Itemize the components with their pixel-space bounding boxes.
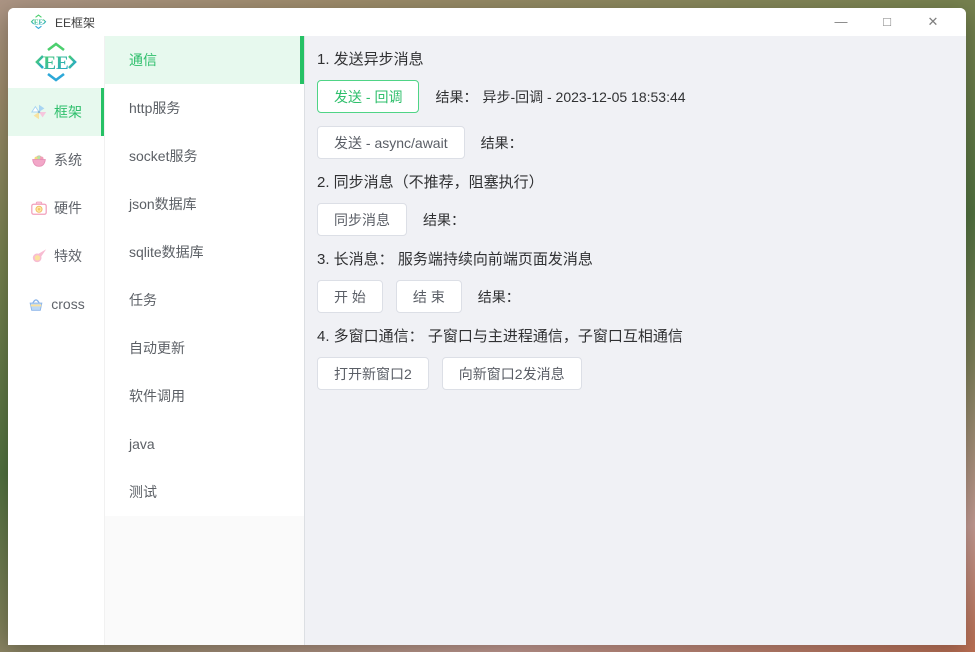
- action-row: 开 始结 束结果：: [317, 280, 948, 313]
- result-label: 结果：: [480, 134, 523, 151]
- result-label: 结果：: [423, 211, 465, 228]
- action-button[interactable]: 结 束: [395, 280, 462, 313]
- menu-item-通信[interactable]: 通信: [105, 36, 304, 84]
- primary-item-label: 特效: [54, 248, 82, 264]
- menu-item-java[interactable]: java: [105, 420, 304, 468]
- menu-item-sqlite数据库[interactable]: sqlite数据库: [105, 228, 304, 276]
- primary-item-label: 框架: [54, 104, 82, 120]
- secondary-item-label: 通信: [129, 52, 157, 68]
- action-button[interactable]: 向新窗口2发消息: [441, 357, 582, 390]
- window-body: EE 框架 系统 硬件 特效 cross 通信 http服务 socket服务 …: [8, 36, 966, 645]
- secondary-item-label: 自动更新: [129, 340, 185, 356]
- sidebar-item-特效[interactable]: 特效: [8, 232, 104, 280]
- shopping-basket-icon: [27, 295, 45, 313]
- content-section: 1. 发送异步消息 发送 - 回调 结果： 异步-回调 - 2023-12-05 1…: [317, 48, 948, 159]
- secondary-sidebar-menu: 通信 http服务 socket服务 json数据库 sqlite数据库 任务 …: [105, 36, 304, 516]
- secondary-item-label: http服务: [129, 100, 181, 116]
- titlebar: EE EE框架 — □ ✕: [8, 8, 966, 36]
- secondary-item-label: 任务: [129, 292, 157, 308]
- action-button[interactable]: 发送 - 回调: [317, 80, 420, 113]
- menu-item-http服务[interactable]: http服务: [105, 84, 304, 132]
- action-row: 同步消息 结果：: [317, 203, 948, 236]
- menu-item-json数据库[interactable]: json数据库: [105, 180, 304, 228]
- secondary-item-label: json数据库: [129, 196, 197, 212]
- menu-item-软件调用[interactable]: 软件调用: [105, 372, 304, 420]
- action-row: 发送 - 回调 结果： 异步-回调 - 2023-12-05 18:53:44: [317, 80, 948, 113]
- svg-text:EE: EE: [34, 18, 44, 26]
- section-title: 4. 多窗口通信： 子窗口与主进程通信，子窗口互相通信: [317, 328, 683, 345]
- secondary-item-label: 测试: [129, 484, 157, 500]
- secondary-sidebar: 通信 http服务 socket服务 json数据库 sqlite数据库 任务 …: [105, 36, 305, 645]
- sidebar-item-硬件[interactable]: 硬件: [8, 184, 104, 232]
- section-title: 2. 同步消息（不推荐，阻塞执行）: [317, 174, 544, 191]
- pinwheel-icon: [30, 103, 48, 121]
- action-button[interactable]: 同步消息: [317, 203, 407, 236]
- close-button[interactable]: ✕: [910, 8, 956, 36]
- result-label: 结果：: [477, 288, 520, 305]
- sidebar-item-系统[interactable]: 系统: [8, 136, 104, 184]
- primary-item-label: 系统: [54, 152, 82, 168]
- window-title: EE框架: [55, 15, 96, 30]
- svg-text:EE: EE: [43, 53, 68, 74]
- action-button[interactable]: 开 始: [317, 280, 383, 313]
- content-section: 2. 同步消息（不推荐，阻塞执行） 同步消息 结果：: [317, 171, 948, 236]
- result-label: 结果：: [435, 88, 478, 105]
- comet-icon: [30, 247, 48, 265]
- action-row: 发送 - async/await 结果：: [317, 126, 948, 159]
- menu-item-测试[interactable]: 测试: [105, 468, 304, 516]
- sidebar-item-框架[interactable]: 框架: [8, 88, 104, 136]
- menu-item-socket服务[interactable]: socket服务: [105, 132, 304, 180]
- content-section: 4. 多窗口通信： 子窗口与主进程通信，子窗口互相通信 打开新窗口2 向新窗口2发…: [317, 325, 948, 390]
- secondary-item-label: 软件调用: [129, 388, 185, 404]
- secondary-item-label: sqlite数据库: [129, 244, 204, 260]
- section-title: 1. 发送异步消息: [317, 51, 424, 68]
- action-button[interactable]: 打开新窗口2: [317, 357, 429, 390]
- content-section: 3. 长消息： 服务端持续向前端页面发消息 开 始结 束结果：: [317, 248, 948, 313]
- section-title: 3. 长消息： 服务端持续向前端页面发消息: [317, 251, 593, 268]
- sidebar-item-cross[interactable]: cross: [8, 280, 104, 328]
- window-controls: — □ ✕: [818, 8, 956, 36]
- main-content: 1. 发送异步消息 发送 - 回调 结果： 异步-回调 - 2023-12-05 1…: [305, 36, 966, 645]
- app-logo: EE: [8, 36, 104, 88]
- primary-item-label: cross: [51, 296, 85, 312]
- secondary-item-label: socket服务: [129, 148, 198, 164]
- app-logo-icon: EE: [30, 14, 47, 30]
- secondary-item-label: java: [129, 436, 155, 452]
- camera-icon: [30, 199, 48, 217]
- fruit-basket-icon: [30, 151, 48, 169]
- primary-sidebar: EE 框架 系统 硬件 特效 cross: [8, 36, 105, 645]
- primary-sidebar-items: 框架 系统 硬件 特效 cross: [8, 88, 104, 328]
- menu-item-任务[interactable]: 任务: [105, 276, 304, 324]
- action-row: 打开新窗口2 向新窗口2发消息: [317, 357, 948, 390]
- maximize-button[interactable]: □: [864, 8, 910, 36]
- action-button[interactable]: 发送 - async/await: [317, 126, 465, 159]
- minimize-button[interactable]: —: [818, 8, 864, 36]
- app-window: EE EE框架 — □ ✕ EE 框架 系统 硬件 特效 cross 通信 ht…: [8, 8, 966, 645]
- primary-item-label: 硬件: [54, 200, 82, 216]
- result-value: 异步-回调 - 2023-12-05 18:53:44: [482, 88, 686, 105]
- menu-item-自动更新[interactable]: 自动更新: [105, 324, 304, 372]
